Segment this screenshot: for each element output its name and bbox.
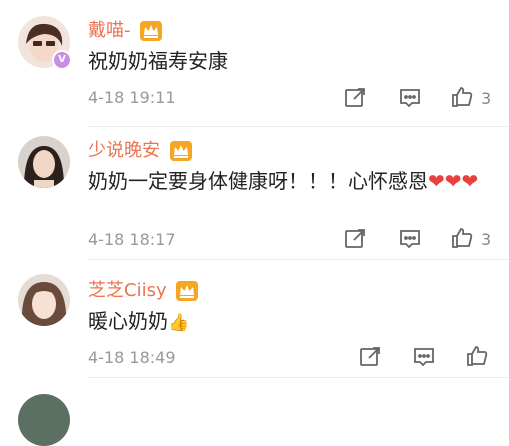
thumbs-up-icon[interactable] — [450, 85, 474, 109]
avatar[interactable] — [18, 136, 70, 188]
comment-text: 奶奶一定要身体健康呀！！！心怀感恩❤❤❤ — [88, 169, 479, 193]
thumbs-up-icon[interactable] — [450, 226, 474, 250]
comment-time: 4-18 18:17 — [88, 230, 176, 249]
thumbs-up-emoji: 👍 — [168, 313, 190, 333]
comment-text: 暖心奶奶👍 — [88, 309, 190, 333]
verified-badge-icon: V — [52, 50, 72, 70]
like-count: 3 — [481, 230, 492, 249]
comment-time: 4-18 19:11 — [88, 88, 176, 107]
avatar[interactable] — [18, 274, 70, 326]
commenter-name[interactable]: 少说晚安 — [88, 136, 192, 162]
thumbs-up-icon[interactable] — [465, 344, 489, 368]
comment-item: 少说晚安 奶奶一定要身体健康呀！！！心怀感恩❤❤❤ 4-18 18:17 3 — [0, 128, 509, 260]
comment-item: 芝芝Ciisy 暖心奶奶👍 4-18 18:49 — [0, 260, 509, 378]
like-count: 3 — [481, 89, 492, 108]
avatar[interactable] — [18, 394, 70, 446]
crown-badge-icon — [176, 281, 199, 301]
comment-icon[interactable] — [398, 86, 422, 110]
divider — [88, 126, 509, 127]
commenter-name[interactable]: 戴喵- — [88, 16, 163, 42]
commenter-name[interactable]: 芝芝Ciisy — [88, 276, 199, 302]
crown-badge-icon — [169, 141, 192, 161]
share-icon[interactable] — [343, 227, 367, 251]
comment-icon[interactable] — [412, 345, 436, 369]
comment-text: 祝奶奶福寿安康 — [88, 49, 228, 73]
comment-time: 4-18 18:49 — [88, 348, 176, 367]
heart-emoji: ❤❤❤ — [428, 169, 479, 193]
comment-icon[interactable] — [398, 227, 422, 251]
share-icon[interactable] — [343, 86, 367, 110]
comment-item — [0, 378, 509, 446]
share-icon[interactable] — [358, 345, 382, 369]
crown-badge-icon — [140, 21, 163, 41]
comment-item: V 戴喵- 祝奶奶福寿安康 4-18 19:11 3 — [0, 0, 509, 128]
